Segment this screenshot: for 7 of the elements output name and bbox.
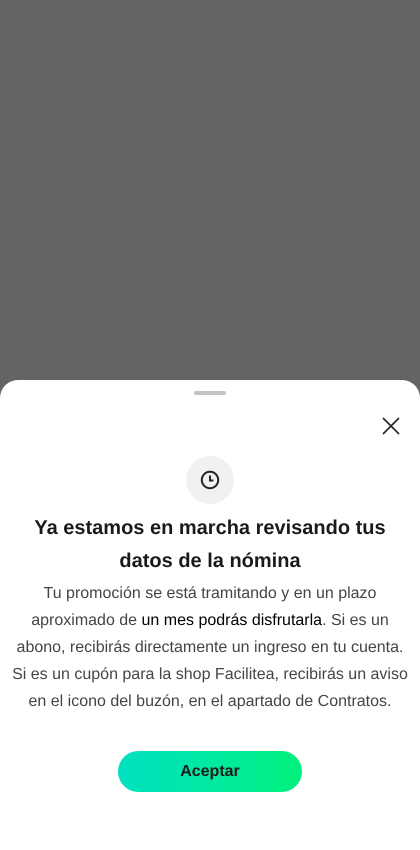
accept-button[interactable]: Aceptar: [118, 751, 302, 792]
sheet-title: Ya estamos en marcha revisando tus datos de la nómina: [33, 516, 387, 574]
sheet-message: Tu promoción se está tramitando y en un plazo aproximado de un mes podrás disfrutarla. Si es un abono, recibirás directamente un ingreso en tu cuenta. Si es un cupón para la shop Facilitea, recibirás un aviso en el icono del buzón, en el apartado de Contratos.: [11, 584, 409, 712]
close-icon: [382, 417, 400, 435]
drag-handle[interactable]: [194, 391, 226, 395]
clock-icon: [200, 470, 220, 490]
close-button[interactable]: [380, 415, 402, 437]
